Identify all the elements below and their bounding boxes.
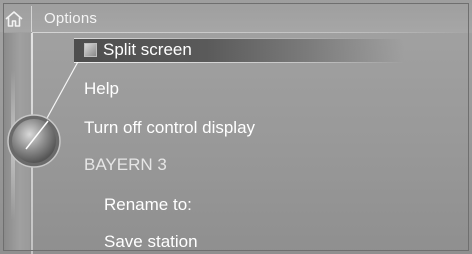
station-heading: BAYERN 3 (84, 155, 167, 174)
options-screen: Options Split screen Help Turn off contr… (0, 0, 472, 254)
controller-knob-icon[interactable] (6, 113, 62, 169)
header-underline (32, 32, 472, 33)
menu-item-help[interactable]: Help (84, 79, 119, 99)
selection-bottom-line (74, 62, 404, 63)
menu-item-turn-off-control-display[interactable]: Turn off control display (84, 118, 255, 138)
menu-item-label: Split screen (103, 40, 192, 59)
menu-item-save-station[interactable]: Save station (104, 232, 198, 252)
home-icon[interactable] (4, 9, 24, 29)
page-title: Options (44, 10, 98, 27)
menu-item-rename-to[interactable]: Rename to: (104, 195, 192, 215)
selection-marker-icon (84, 43, 97, 57)
header-divider (31, 6, 32, 32)
selection-top-line (74, 38, 404, 39)
